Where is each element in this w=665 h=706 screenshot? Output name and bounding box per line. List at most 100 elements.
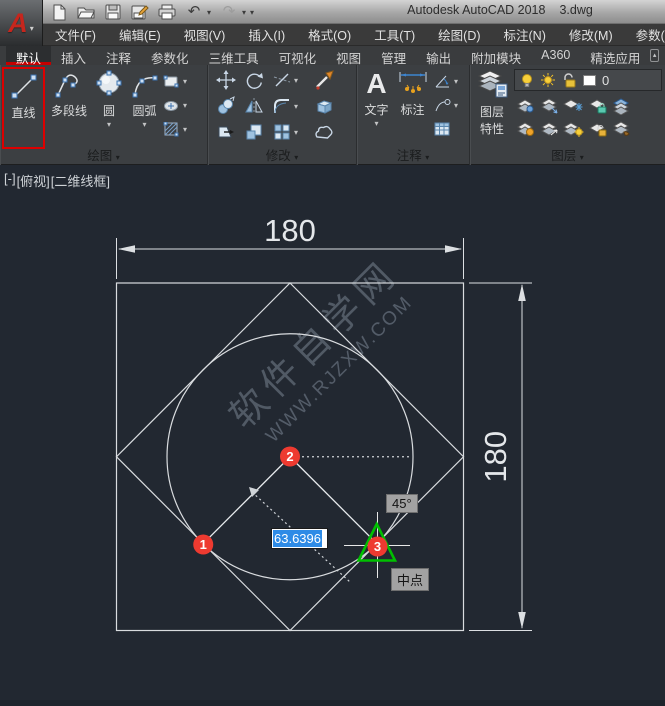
table-button[interactable]	[433, 117, 458, 141]
circle-dropdown-icon[interactable]: ▾	[107, 120, 111, 129]
logo-dropdown-icon: ▾	[30, 24, 34, 33]
rectangle-button[interactable]: ▾	[163, 69, 187, 93]
layer-off-icon[interactable]	[514, 118, 538, 141]
ellipse-button[interactable]: ▾	[163, 93, 187, 117]
layer-walk-icon[interactable]	[610, 118, 634, 141]
dimension-label: 标注	[400, 101, 424, 118]
tab-visualize[interactable]: 可视化	[269, 46, 327, 65]
tab-a360[interactable]: A360	[531, 46, 580, 65]
polyline-icon	[54, 70, 84, 100]
title-bar: ↶ ▾ ↷ ▾ ▾ Autodesk AutoCAD 20183.dwg	[0, 0, 665, 24]
ribbon-collapse-icon[interactable]: ▴	[650, 49, 659, 62]
drawing-geometry[interactable]: 180 180 1 2 3	[0, 165, 665, 706]
undo-icon[interactable]: ↶	[185, 3, 203, 21]
text-button[interactable]: A 文字 ▾	[359, 69, 394, 128]
menu-edit[interactable]: 编辑(E)	[119, 25, 161, 44]
menu-insert[interactable]: 插入(I)	[248, 25, 285, 44]
tab-manage[interactable]: 管理	[371, 46, 416, 65]
layer-properties-button[interactable]: 图层 特性	[473, 67, 511, 137]
tab-add-ins[interactable]: 附加模块	[461, 46, 531, 65]
tab-default[interactable]: 默认	[6, 46, 51, 65]
menu-format[interactable]: 格式(O)	[308, 25, 351, 44]
save-icon[interactable]	[104, 3, 122, 21]
drawing-canvas[interactable]: [-] [俯视] [二维线框] 软件自学网 WWW.RJZXW.COM	[0, 165, 665, 706]
arc-dropdown-icon[interactable]: ▾	[142, 120, 146, 129]
hatch-dropdown-icon[interactable]: ▾	[183, 125, 187, 134]
layer-unisolate-icon[interactable]	[538, 95, 562, 118]
new-file-icon[interactable]	[50, 3, 68, 21]
menu-file[interactable]: 文件(F)	[55, 25, 96, 44]
trim-button[interactable]: ▾	[272, 70, 298, 90]
redo-icon[interactable]: ↷	[220, 3, 238, 21]
leader-button[interactable]: ▾	[433, 93, 458, 117]
save-as-icon[interactable]	[131, 3, 149, 21]
plot-icon[interactable]	[158, 3, 176, 21]
line-label: 直线	[11, 104, 35, 121]
menu-view[interactable]: 视图(V)	[184, 25, 226, 44]
match-properties-button[interactable]	[313, 70, 335, 90]
layer-color-swatch[interactable]	[583, 75, 596, 86]
layer-tools-grid	[514, 95, 634, 141]
explode-button[interactable]	[313, 96, 335, 116]
circle-label: 圆	[103, 102, 115, 119]
draw-panel-label[interactable]: 绘图 ▾	[0, 145, 207, 164]
draw-panel-expand-icon: ▾	[116, 153, 120, 162]
move-button[interactable]	[216, 70, 236, 90]
rotate-button[interactable]	[244, 70, 264, 90]
dimension-top[interactable]: 180	[117, 213, 464, 279]
redo-dropdown-icon[interactable]: ▾	[242, 8, 246, 17]
layer-unlock-tool-icon[interactable]	[586, 118, 610, 141]
angular-dimension-button[interactable]: ▾	[433, 69, 458, 93]
dimension-button[interactable]: 标注	[395, 69, 430, 118]
modify-panel-label[interactable]: 修改 ▾	[208, 145, 356, 164]
circle-button[interactable]: 圆 ▾	[92, 70, 126, 129]
hatch-button[interactable]: ▾	[163, 117, 187, 141]
stretch-button[interactable]	[216, 122, 236, 142]
text-dropdown-icon[interactable]: ▾	[374, 119, 378, 128]
line-button[interactable]: 直线	[2, 67, 45, 149]
tab-featured-apps[interactable]: 精选应用	[580, 46, 650, 65]
rectangle-dropdown-icon[interactable]: ▾	[183, 77, 187, 86]
array-dropdown-icon[interactable]: ▾	[294, 128, 298, 137]
marker-2-number: 2	[286, 449, 293, 464]
layer-thaw-icon[interactable]	[562, 118, 586, 141]
fillet-dropdown-icon[interactable]: ▾	[294, 102, 298, 111]
menu-dimension[interactable]: 标注(N)	[504, 25, 546, 44]
dimension-right[interactable]: 180	[469, 283, 532, 631]
array-button[interactable]: ▾	[272, 122, 298, 142]
mirror-button[interactable]	[244, 96, 264, 116]
angular-dropdown-icon[interactable]: ▾	[454, 77, 458, 86]
tab-output[interactable]: 输出	[416, 46, 461, 65]
annotate-panel-label[interactable]: 注释 ▾	[357, 145, 469, 164]
menu-tools[interactable]: 工具(T)	[374, 25, 415, 44]
open-file-icon[interactable]	[77, 3, 95, 21]
polyline-button[interactable]: 多段线	[47, 70, 91, 119]
leader-dropdown-icon[interactable]: ▾	[454, 101, 458, 110]
layer-make-current-icon[interactable]	[538, 118, 562, 141]
tab-parametric[interactable]: 参数化	[141, 46, 199, 65]
menu-draw[interactable]: 绘图(D)	[438, 25, 480, 44]
layers-panel-label[interactable]: 图层 ▾	[470, 145, 665, 164]
layer-isolate-icon[interactable]	[514, 95, 538, 118]
tab-annotate[interactable]: 注释	[96, 46, 141, 65]
qat-customize-icon[interactable]: ▾	[250, 8, 254, 17]
scale-button[interactable]	[244, 122, 264, 142]
offset-button[interactable]	[313, 122, 335, 142]
layer-stack-icon[interactable]	[610, 95, 634, 118]
tab-view[interactable]: 视图	[326, 46, 371, 65]
layer-freeze-icon[interactable]	[562, 95, 586, 118]
dynamic-input-field[interactable]: 63.6396	[271, 528, 328, 549]
menu-parametric[interactable]: 参数(P)	[636, 25, 665, 44]
menu-modify[interactable]: 修改(M)	[569, 25, 613, 44]
arc-button[interactable]: 圆弧 ▾	[127, 70, 162, 129]
layer-lock-icon[interactable]	[586, 95, 610, 118]
trim-dropdown-icon[interactable]: ▾	[294, 76, 298, 85]
copy-button[interactable]	[216, 96, 236, 116]
tab-3d-tools[interactable]: 三维工具	[199, 46, 269, 65]
autocad-logo-button[interactable]: A ▾	[0, 0, 43, 46]
fillet-button[interactable]: ▾	[272, 96, 298, 116]
tab-insert[interactable]: 插入	[51, 46, 96, 65]
layer-dropdown[interactable]: 0	[514, 69, 662, 91]
undo-dropdown-icon[interactable]: ▾	[207, 8, 211, 17]
ellipse-dropdown-icon[interactable]: ▾	[183, 101, 187, 110]
